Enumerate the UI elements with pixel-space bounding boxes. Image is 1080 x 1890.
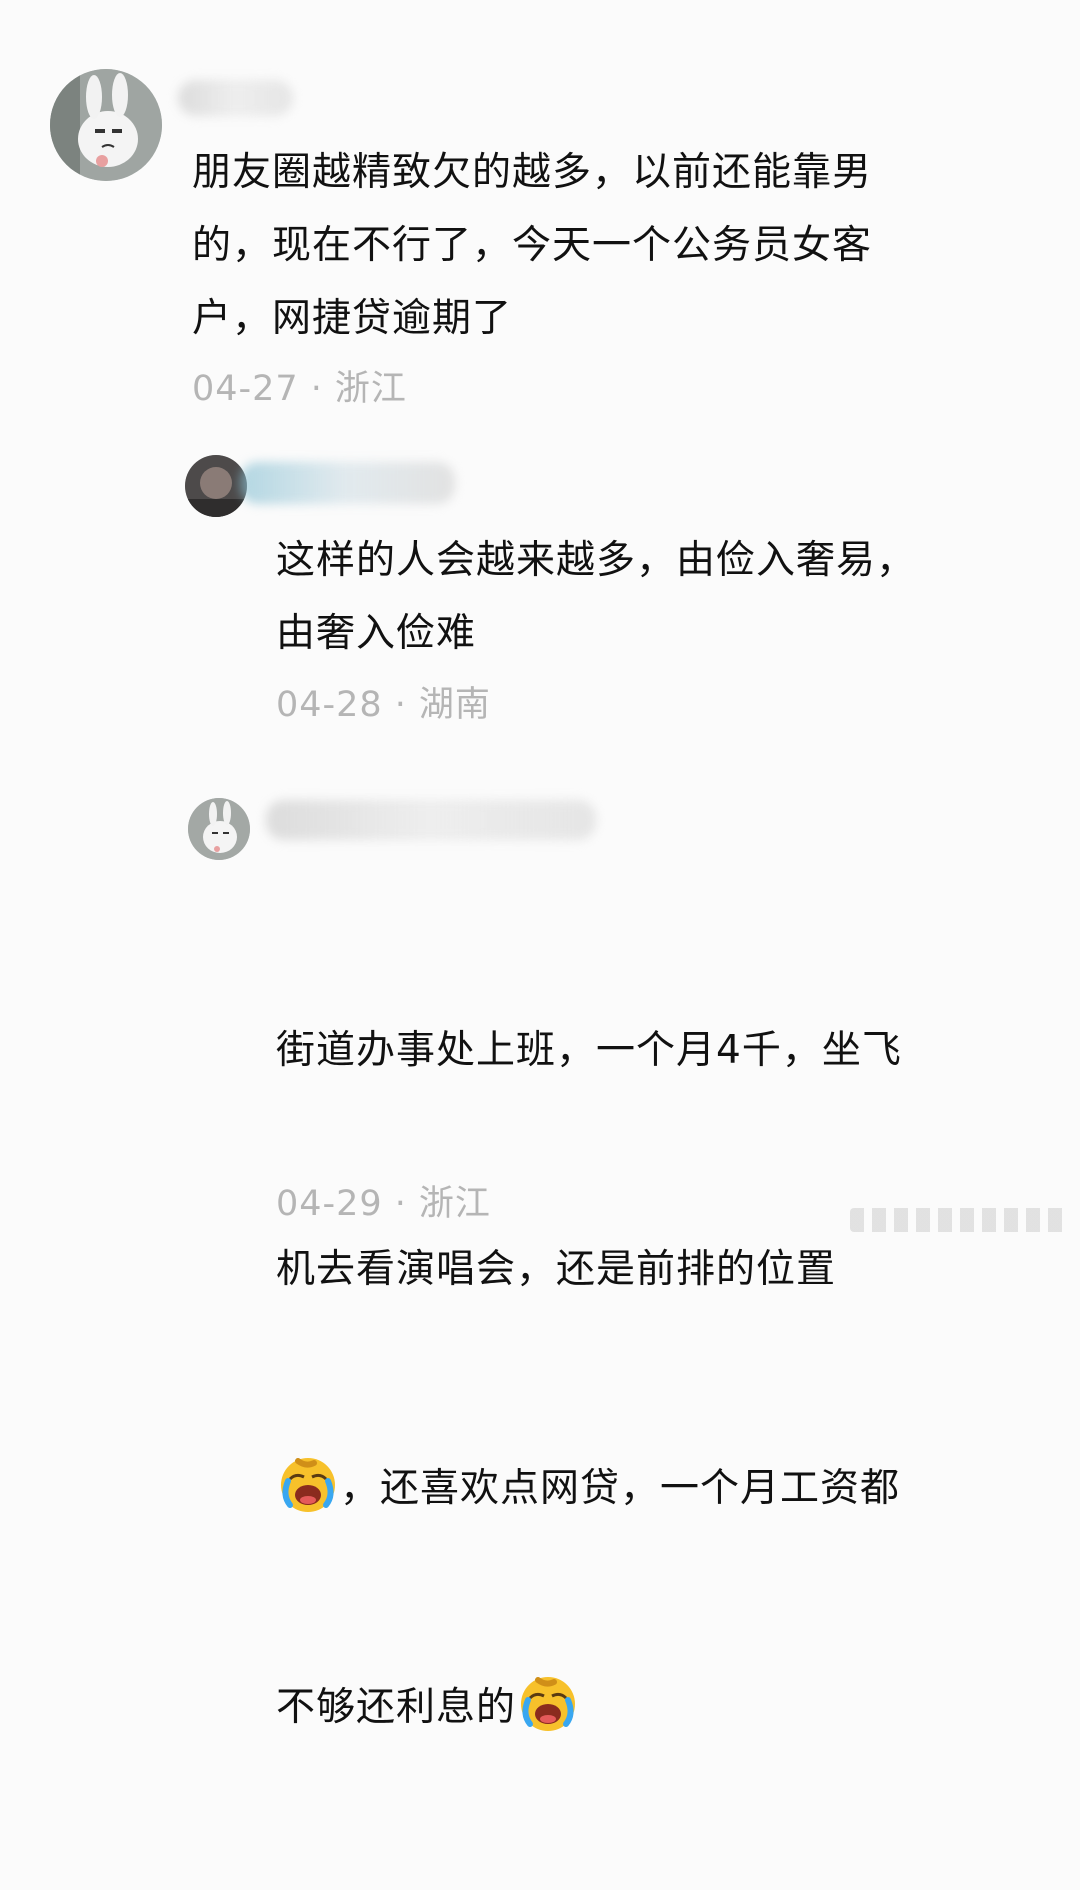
comment-text: 街道办事处上班，一个月4千，坐飞 机去看演唱会，还是前排的位置 ，还喜欢点网贷，… [276, 868, 1046, 1890]
user-avatar[interactable] [185, 455, 247, 517]
username-redacted [266, 800, 596, 840]
comment-location: 浙江 [418, 1184, 491, 1224]
comment-text-line: 不够还利息的 [276, 1671, 1046, 1744]
comment-text: 这样的人会越来越多，由俭入奢易， 由奢入俭难 [276, 538, 917, 656]
comment-text-line: ，还喜欢点网贷，一个月工资都 [276, 1452, 1046, 1525]
meta-separator: · [394, 685, 407, 725]
comment-meta: 04-28 · 湖南 [276, 685, 491, 725]
watermark [850, 1208, 1070, 1232]
user-avatar[interactable] [50, 69, 162, 181]
username-redacted [178, 80, 293, 116]
comment-meta: 04-27 · 浙江 [192, 369, 407, 409]
comment-text-line: 街道办事处上班，一个月4千，坐飞 [276, 1028, 902, 1073]
rabbit-avatar-icon [188, 798, 250, 860]
comment-date: 04-27 [192, 369, 299, 409]
comment-location: 湖南 [418, 685, 491, 725]
comment-text-fragment: ，还喜欢点网贷，一个月工资都 [340, 1466, 901, 1511]
comment-date: 04-29 [276, 1184, 383, 1224]
comment-text: 朋友圈越精致欠的越多，以前还能靠男 的，现在不行了，今天一个公务员女客 户，网捷… [192, 150, 873, 341]
rabbit-avatar-icon [50, 69, 162, 181]
comment-date: 04-28 [276, 685, 383, 725]
username-redacted [240, 462, 455, 504]
loudly-crying-face-icon [278, 1455, 338, 1515]
meta-separator: · [310, 369, 323, 409]
loudly-crying-face-icon [518, 1674, 578, 1734]
comment-text-fragment: 不够还利息的 [276, 1685, 517, 1730]
comment-location: 浙江 [334, 369, 407, 409]
meta-separator: · [394, 1184, 407, 1224]
avatar-photo-icon [185, 455, 247, 517]
comment-meta: 04-29 · 浙江 [276, 1184, 491, 1224]
user-avatar[interactable] [188, 798, 250, 860]
